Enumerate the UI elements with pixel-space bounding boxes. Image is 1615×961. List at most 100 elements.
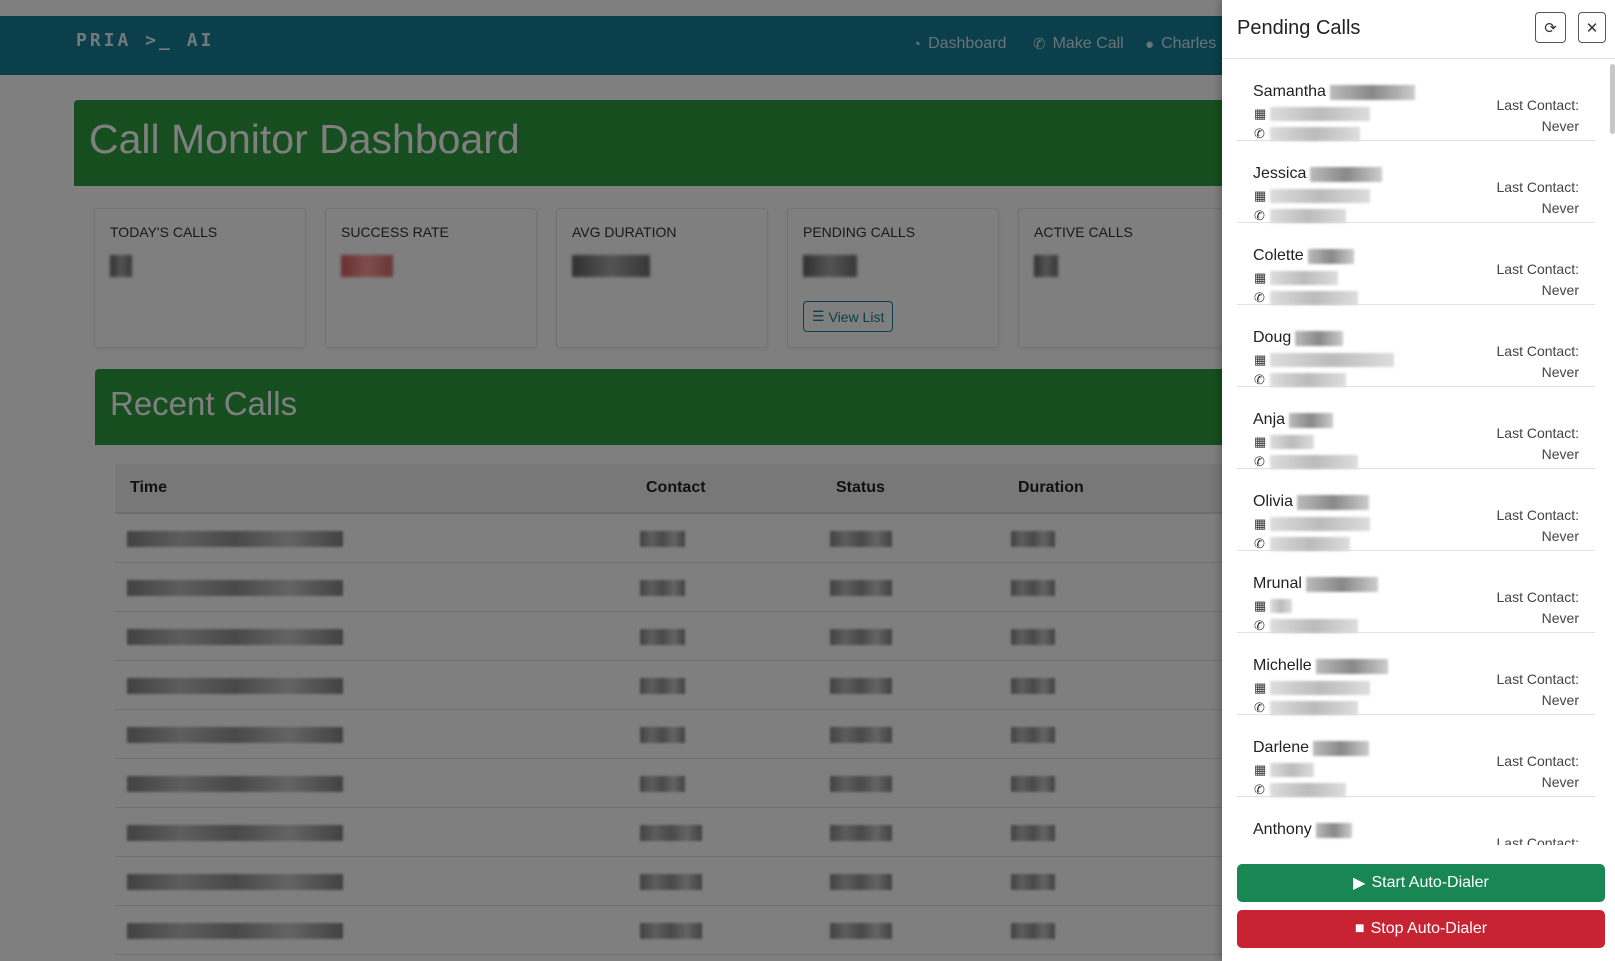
- list-item[interactable]: Darlene ▦ ✆ Last Contact: Never: [1237, 715, 1595, 797]
- list-item[interactable]: Anja ▦ ✆ Last Contact: Never: [1237, 387, 1595, 469]
- panel-scrollbar[interactable]: [1610, 64, 1615, 134]
- phone-icon: ✆: [1254, 536, 1265, 551]
- redacted-surname: [1307, 248, 1354, 264]
- redacted-company: [1270, 353, 1394, 367]
- last-contact-value: Never: [1541, 528, 1579, 544]
- redacted-company: [1270, 107, 1370, 121]
- last-contact: Last Contact: Never: [1497, 423, 1580, 465]
- last-contact: Last Contact: Never: [1497, 587, 1580, 629]
- redacted-company: [1270, 435, 1314, 449]
- contact-name: Olivia: [1253, 493, 1294, 510]
- refresh-icon: ⟳: [1544, 19, 1557, 37]
- last-contact-value: Never: [1541, 774, 1579, 790]
- list-item[interactable]: Colette ▦ ✆ Last Contact: Never: [1237, 223, 1595, 305]
- redacted-phone: [1270, 783, 1346, 797]
- list-item[interactable]: Jessica ▦ ✆ Last Contact: Never: [1237, 141, 1595, 223]
- building-icon: ▦: [1254, 188, 1267, 203]
- redacted-surname: [1310, 166, 1383, 182]
- last-contact-label: Last Contact:: [1496, 671, 1580, 687]
- building-icon: ▦: [1254, 680, 1267, 695]
- pending-calls-list[interactable]: Samantha ▦ ✆ Last Contact: Never Jessica …: [1237, 59, 1595, 845]
- redacted-surname: [1315, 822, 1352, 838]
- redacted-company: [1270, 189, 1370, 203]
- refresh-button[interactable]: ⟳: [1535, 12, 1566, 43]
- redacted-surname: [1315, 658, 1388, 674]
- last-contact-label: Last Contact:: [1496, 343, 1580, 359]
- phone-icon: ✆: [1254, 126, 1265, 141]
- redacted-surname: [1305, 576, 1378, 592]
- panel-title: Pending Calls: [1237, 17, 1361, 39]
- last-contact: Last Contact: Never: [1497, 95, 1580, 137]
- redacted-surname: [1289, 412, 1334, 428]
- building-icon: ▦: [1254, 598, 1267, 613]
- contact-name: Mrunal: [1253, 575, 1302, 592]
- phone-icon: ✆: [1254, 618, 1265, 633]
- last-contact: Last Contact: Never: [1497, 259, 1580, 301]
- redacted-surname: [1329, 84, 1415, 100]
- last-contact: Last Contact: Never: [1497, 751, 1580, 793]
- last-contact-value: Never: [1541, 118, 1579, 134]
- last-contact-label: Last Contact:: [1496, 97, 1580, 113]
- redacted-phone: [1270, 291, 1358, 305]
- last-contact-label: Last Contact:: [1496, 507, 1580, 523]
- last-contact-value: Never: [1541, 200, 1579, 216]
- redacted-company: [1270, 271, 1338, 285]
- play-icon: ▶: [1353, 875, 1366, 892]
- last-contact: Last Contact: Never: [1497, 669, 1580, 711]
- list-item[interactable]: Olivia ▦ ✆ Last Contact: Never: [1237, 469, 1595, 551]
- stop-auto-dialer-button[interactable]: ■ Stop Auto-Dialer: [1237, 910, 1605, 948]
- redacted-phone: [1270, 455, 1358, 469]
- stop-auto-dialer-label: Stop Auto-Dialer: [1370, 920, 1488, 937]
- contact-name: Darlene: [1253, 739, 1310, 756]
- phone-icon: ✆: [1254, 290, 1265, 305]
- contact-name: Doug: [1253, 329, 1292, 346]
- redacted-phone: [1270, 619, 1358, 633]
- building-icon: ▦: [1254, 270, 1267, 285]
- last-contact-label: Last Contact:: [1496, 179, 1580, 195]
- phone-icon: ✆: [1254, 454, 1265, 469]
- redacted-surname: [1295, 330, 1344, 346]
- building-icon: ▦: [1254, 106, 1267, 121]
- start-auto-dialer-button[interactable]: ▶ Start Auto-Dialer: [1237, 864, 1605, 902]
- last-contact: Last Contact: Never: [1497, 177, 1580, 219]
- last-contact-value: Never: [1541, 610, 1579, 626]
- contact-name: Samantha: [1253, 83, 1326, 100]
- contact-name: Jessica: [1253, 165, 1307, 182]
- redacted-phone: [1270, 209, 1346, 223]
- contact-name: Colette: [1253, 247, 1304, 264]
- last-contact: Last Contact:: [1497, 833, 1580, 845]
- start-auto-dialer-label: Start Auto-Dialer: [1371, 874, 1489, 891]
- panel-header: Pending Calls ⟳ ✕: [1222, 0, 1615, 59]
- phone-icon: ✆: [1254, 782, 1265, 797]
- redacted-company: [1270, 763, 1314, 777]
- pending-calls-panel: Pending Calls ⟳ ✕ Samantha ▦ ✆ Last Cont…: [1222, 0, 1615, 961]
- last-contact-label: Last Contact:: [1496, 589, 1580, 605]
- building-icon: ▦: [1254, 352, 1267, 367]
- last-contact-value: Never: [1541, 692, 1579, 708]
- contact-name: Michelle: [1253, 657, 1312, 674]
- phone-icon: ✆: [1254, 372, 1265, 387]
- last-contact-label: Last Contact:: [1496, 835, 1580, 845]
- contact-name: Anthony: [1253, 821, 1312, 838]
- last-contact-label: Last Contact:: [1496, 261, 1580, 277]
- list-item[interactable]: Doug ▦ ✆ Last Contact: Never: [1237, 305, 1595, 387]
- stop-icon: ■: [1354, 920, 1365, 937]
- last-contact: Last Contact: Never: [1497, 505, 1580, 547]
- list-item[interactable]: Michelle ▦ ✆ Last Contact: Never: [1237, 633, 1595, 715]
- building-icon: ▦: [1254, 516, 1267, 531]
- redacted-surname: [1313, 740, 1370, 756]
- contact-name: Anja: [1253, 411, 1286, 428]
- list-item[interactable]: Anthony Last Contact:: [1237, 797, 1595, 845]
- redacted-surname: [1297, 494, 1370, 510]
- last-contact: Last Contact: Never: [1497, 341, 1580, 383]
- redacted-phone: [1270, 373, 1346, 387]
- list-item[interactable]: Samantha ▦ ✆ Last Contact: Never: [1237, 59, 1595, 141]
- phone-icon: ✆: [1254, 700, 1265, 715]
- redacted-phone: [1270, 127, 1360, 141]
- close-button[interactable]: ✕: [1578, 12, 1606, 43]
- list-item[interactable]: Mrunal ▦ ✆ Last Contact: Never: [1237, 551, 1595, 633]
- redacted-company: [1270, 681, 1370, 695]
- close-icon: ✕: [1585, 19, 1599, 37]
- last-contact-label: Last Contact:: [1496, 425, 1580, 441]
- redacted-company: [1270, 599, 1292, 613]
